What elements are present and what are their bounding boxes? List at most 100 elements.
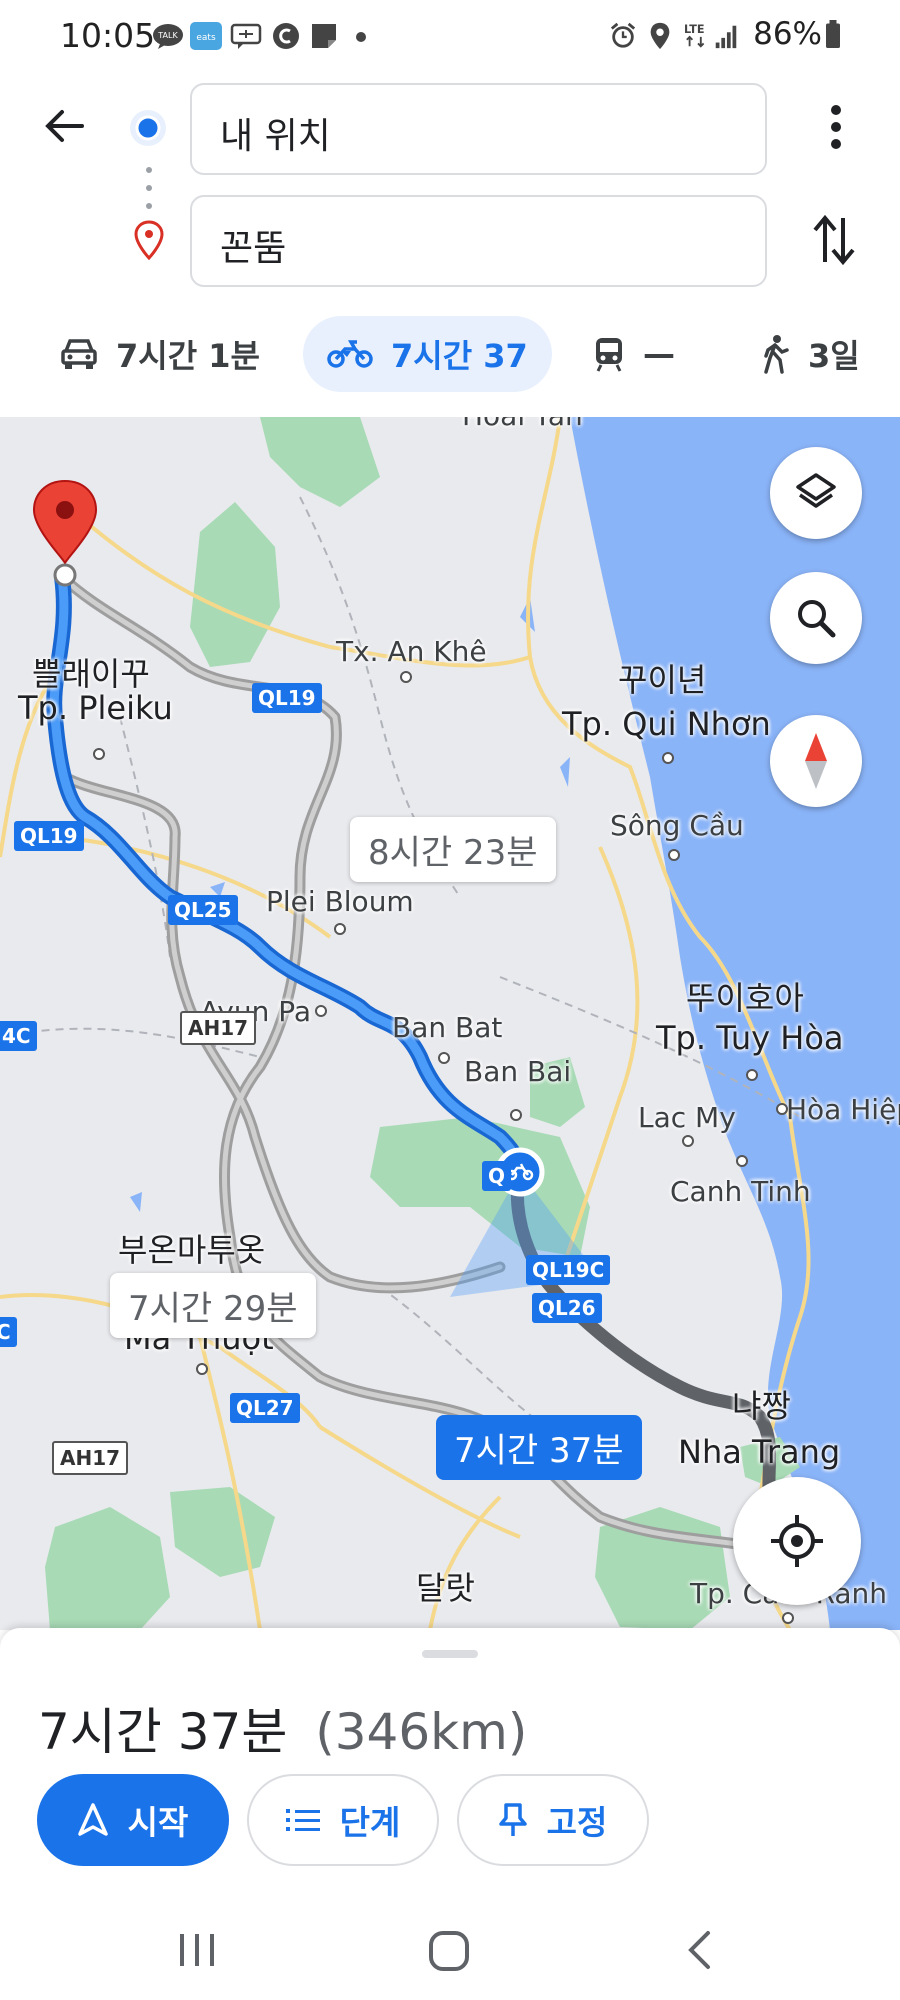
place-label: Tx. An Khê [336, 635, 487, 668]
map-view[interactable]: Hoài Tân 쁠래이꾸 Tp. Pleiku Tx. An Khê 꾸이년 … [0, 417, 900, 1630]
lake [560, 757, 570, 787]
park-area [170, 1487, 275, 1577]
city-dot [438, 1052, 450, 1064]
main-route-label[interactable]: 7시간 37분 [436, 1415, 642, 1480]
my-location-button[interactable] [733, 1477, 861, 1605]
road [198, 1336, 262, 1630]
place-label: Plei Bloum [266, 885, 414, 918]
tab-transit[interactable]: — [593, 316, 675, 392]
park-area [190, 502, 280, 667]
status-bar: 10:05 TALK eats LTE 86% [0, 0, 900, 74]
place-label: Sông Cầu [610, 809, 744, 842]
route-bottom-sheet: 7시간 37분 (346km) 시작 단계 고정 [0, 1628, 900, 1900]
back-icon[interactable] [686, 1930, 712, 1970]
city-dot [782, 1612, 794, 1624]
lake [130, 1192, 142, 1212]
place-label: Tp. Qui Nhơn [562, 705, 771, 743]
city-dot [400, 671, 412, 683]
route-summary: 7시간 37분 (346km) [38, 1692, 527, 1764]
alarm-icon [610, 22, 636, 48]
svg-text:LTE: LTE [684, 23, 705, 36]
home-icon[interactable] [428, 1930, 470, 1972]
road-shield: QL27 [230, 1393, 300, 1423]
place-label: Ban Bat [392, 1011, 503, 1044]
origin-text: 내 위치 [220, 116, 331, 157]
road-shield: QL19 [252, 683, 322, 713]
walking-icon [764, 335, 789, 374]
place-label: Nha Trang [678, 1433, 841, 1471]
c-icon [273, 23, 299, 49]
tab-car[interactable]: 7시간 1분 [60, 316, 260, 392]
road-shield: 4C [0, 1021, 37, 1051]
route-connector-dots [146, 167, 152, 209]
place-label: 뚜이호아 [686, 979, 804, 1017]
origin-dot-icon [130, 110, 166, 146]
dot-icon [356, 32, 366, 42]
road-shield: AH17 [180, 1011, 257, 1045]
motorbike-icon [327, 340, 373, 368]
note-icon [312, 24, 336, 48]
pin-button[interactable]: 고정 [457, 1774, 649, 1866]
compass-button[interactable] [770, 715, 862, 807]
place-label: Hoài Tân [462, 417, 583, 432]
more-options-icon[interactable] [818, 104, 854, 150]
travel-mode-tabs: 7시간 1분 7시간 37 — 3일 [0, 310, 900, 400]
place-label: 부온마투옷 [118, 1231, 266, 1269]
city-dot [776, 1103, 788, 1115]
city-dot [510, 1109, 522, 1121]
tab-motorbike-label: 7시간 37 [391, 337, 528, 375]
destination-input[interactable]: 꼰뚬 [190, 195, 767, 287]
place-label: 냐짱 [732, 1387, 791, 1425]
road-shield: QL25 [168, 895, 238, 925]
place-label: 달랏 [416, 1569, 475, 1607]
tab-walk[interactable]: 3일 [760, 316, 860, 392]
pin-label: 고정 [546, 1803, 608, 1842]
battery-percent: 86% [753, 16, 822, 52]
navigation-arrow-icon [77, 1803, 108, 1836]
origin-input[interactable]: 내 위치 [190, 83, 767, 175]
city-dot [196, 1363, 208, 1375]
tab-motorbike[interactable]: 7시간 37 [303, 316, 552, 392]
svg-text:TALK: TALK [157, 31, 178, 40]
battery-icon [826, 20, 840, 48]
talk-icon: TALK [153, 24, 183, 49]
alt-route-1-label[interactable]: 8시간 23분 [350, 817, 556, 882]
my-location-icon [771, 1515, 823, 1567]
route-distance: (346km) [315, 1703, 528, 1761]
tab-car-label: 7시간 1분 [116, 337, 260, 375]
place-label: Ban Bai [464, 1055, 572, 1088]
layers-button[interactable] [770, 447, 862, 539]
start-button[interactable]: 시작 [37, 1774, 229, 1866]
search-icon [798, 600, 836, 638]
city-dot [334, 923, 346, 935]
swap-icon[interactable] [810, 214, 858, 266]
alt-route-2-label[interactable]: 7시간 29분 [110, 1273, 316, 1338]
city-dot [662, 752, 674, 764]
tab-transit-label: — [643, 335, 675, 373]
tab-walk-label: 3일 [808, 337, 860, 375]
pin-icon [498, 1803, 527, 1836]
place-label: Canh Tinh [670, 1175, 811, 1208]
directions-header: 내 위치 꼰뚬 [0, 74, 900, 304]
compass-icon [805, 733, 827, 789]
lte-signal-icon: LTE [684, 23, 737, 49]
destination-pin-icon [134, 220, 164, 260]
city-dot [315, 1005, 327, 1017]
search-button[interactable] [770, 572, 862, 664]
location-icon [650, 22, 670, 50]
place-label: Lac My [638, 1101, 736, 1134]
steps-button[interactable]: 단계 [247, 1774, 439, 1866]
recent-apps-icon[interactable] [178, 1932, 216, 1968]
park-area [45, 1507, 170, 1630]
sheet-drag-handle[interactable] [422, 1650, 478, 1658]
status-time: 10:05 [60, 16, 156, 55]
train-icon [596, 338, 622, 372]
list-icon [285, 1809, 320, 1831]
car-icon [61, 339, 97, 369]
back-arrow-icon[interactable] [42, 104, 86, 148]
system-nav-bar [0, 1900, 900, 2000]
destination-marker [32, 479, 98, 587]
boundary [119, 716, 171, 958]
city-dot [746, 1069, 758, 1081]
park-area [260, 417, 380, 507]
